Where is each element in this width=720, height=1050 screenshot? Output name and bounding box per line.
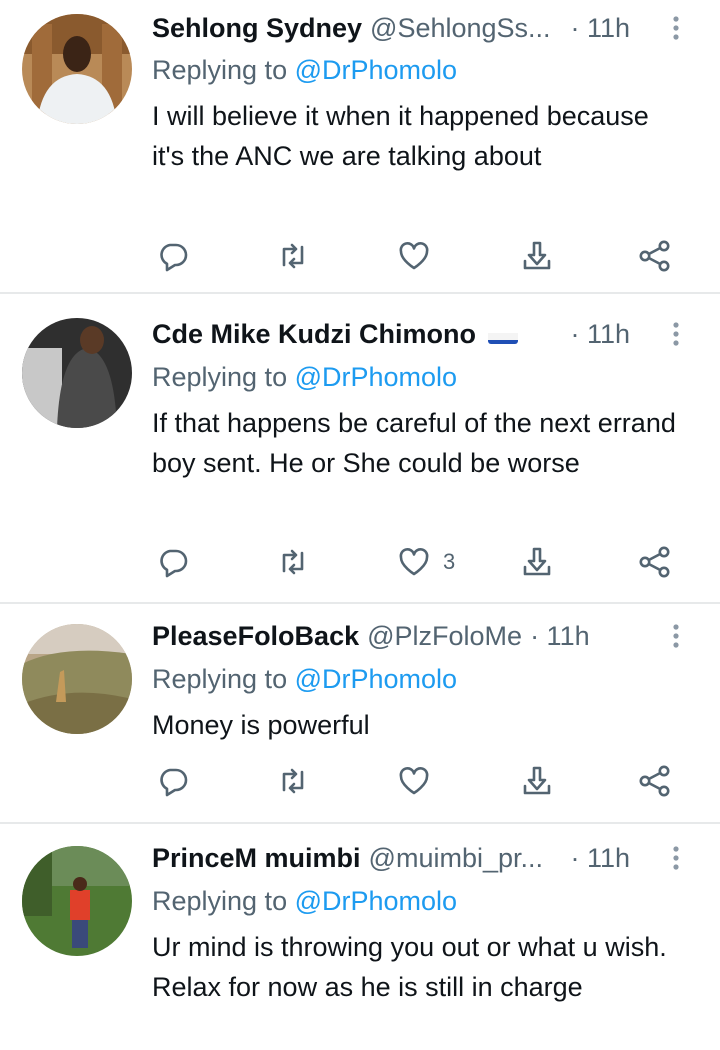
share-icon xyxy=(523,547,551,576)
mention-link[interactable]: @DrPhomolo xyxy=(295,664,457,694)
user-handle[interactable]: @muimbi_pr... xyxy=(369,838,543,878)
tweet-pleasefoloback[interactable]: PleaseFoloBack @PlzFoloMe · 11h Replying… xyxy=(0,604,720,822)
user-handle[interactable]: @PlzFoloMe xyxy=(367,616,522,656)
replying-prefix: Replying to xyxy=(152,886,295,916)
more-vertical-icon[interactable] xyxy=(660,318,692,350)
network-share-button[interactable] xyxy=(638,542,672,582)
network-share-button[interactable] xyxy=(638,236,672,276)
heart-icon xyxy=(399,548,429,576)
tweet-text: If that happens be careful of the next e… xyxy=(152,408,676,478)
network-share-button[interactable] xyxy=(638,761,672,801)
share-button[interactable] xyxy=(520,236,554,276)
mention-link[interactable]: @DrPhomolo xyxy=(295,362,457,392)
action-bar xyxy=(152,236,700,276)
timestamp[interactable]: · 11h xyxy=(570,314,630,354)
reply-icon xyxy=(160,549,188,578)
tweet-sehlong-sydney[interactable]: Sehlong Sydney @SehlongSs... · 11h Reply… xyxy=(0,0,720,292)
share-icon xyxy=(523,241,551,270)
display-name[interactable]: Cde Mike Kudzi Chimono xyxy=(152,314,476,354)
replying-to: Replying to @DrPhomolo xyxy=(152,51,457,89)
more-vertical-icon[interactable] xyxy=(660,12,692,44)
avatar[interactable] xyxy=(22,624,132,734)
replying-to: Replying to @DrPhomolo xyxy=(152,882,457,920)
retweet-icon xyxy=(282,549,304,575)
like-count: 3 xyxy=(443,549,456,574)
network-share-icon xyxy=(639,240,670,272)
display-name[interactable]: PleaseFoloBack xyxy=(152,616,359,656)
timestamp[interactable]: · 11h xyxy=(570,8,630,48)
replying-prefix: Replying to xyxy=(152,362,295,392)
timestamp[interactable]: · 11h xyxy=(570,838,630,878)
tweet-text: Ur mind is throwing you out or what u wi… xyxy=(152,932,667,1002)
russia-flag-icon xyxy=(488,324,518,344)
replying-to: Replying to @DrPhomolo xyxy=(152,660,457,698)
action-bar: 3 xyxy=(152,542,700,582)
like-button[interactable] xyxy=(397,236,443,276)
retweet-button[interactable] xyxy=(276,236,310,276)
avatar[interactable] xyxy=(22,14,132,124)
tweet-text: I will believe it when it happened becau… xyxy=(152,101,649,171)
tweet-princem-muimbi[interactable]: PrinceM muimbi @muimbi_pr... · 11h Reply… xyxy=(0,824,720,1050)
replying-to: Replying to @DrPhomolo xyxy=(152,358,457,396)
reply-button[interactable] xyxy=(156,542,190,582)
avatar[interactable] xyxy=(22,318,132,428)
like-button[interactable] xyxy=(397,761,443,801)
reply-icon xyxy=(160,243,188,272)
share-icon xyxy=(523,766,551,795)
share-button[interactable] xyxy=(520,761,554,801)
share-button[interactable] xyxy=(520,542,554,582)
user-handle[interactable]: @SehlongSs... xyxy=(370,8,551,48)
reply-icon xyxy=(160,768,188,797)
like-button[interactable]: 3 xyxy=(397,542,455,582)
retweet-icon xyxy=(282,243,304,269)
retweet-button[interactable] xyxy=(276,542,310,582)
display-name[interactable]: PrinceM muimbi xyxy=(152,838,361,878)
display-name[interactable]: Sehlong Sydney xyxy=(152,8,362,48)
network-share-icon xyxy=(639,546,670,578)
replying-prefix: Replying to xyxy=(152,664,295,694)
action-bar xyxy=(152,761,700,801)
tweet-cde-mike-kudzi-chimono[interactable]: Cde Mike Kudzi Chimono · 11h Replying to… xyxy=(0,294,720,602)
reply-button[interactable] xyxy=(156,761,190,801)
mention-link[interactable]: @DrPhomolo xyxy=(295,886,457,916)
retweet-button[interactable] xyxy=(276,761,310,801)
heart-icon xyxy=(399,767,429,795)
more-vertical-icon[interactable] xyxy=(660,842,692,874)
avatar[interactable] xyxy=(22,846,132,956)
reply-button[interactable] xyxy=(156,236,190,276)
mention-link[interactable]: @DrPhomolo xyxy=(295,55,457,85)
timestamp[interactable]: · 11h xyxy=(530,616,590,656)
network-share-icon xyxy=(639,765,670,797)
tweet-text: Money is powerful xyxy=(152,710,370,740)
more-vertical-icon[interactable] xyxy=(660,620,692,652)
retweet-icon xyxy=(282,768,304,794)
heart-icon xyxy=(399,242,429,270)
reply-feed: Sehlong Sydney @SehlongSs... · 11h Reply… xyxy=(0,0,720,1050)
replying-prefix: Replying to xyxy=(152,55,295,85)
